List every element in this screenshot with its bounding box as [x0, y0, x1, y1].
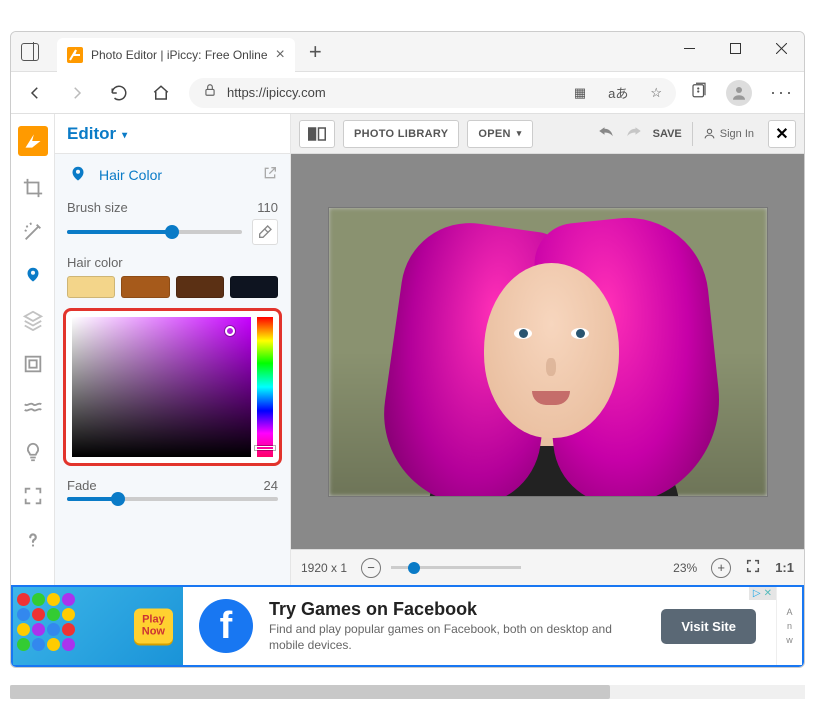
close-window-button[interactable]	[758, 32, 804, 64]
ad-title: Try Games on Facebook	[269, 599, 641, 620]
save-button[interactable]: SAVE	[653, 128, 682, 140]
help-icon[interactable]	[21, 528, 45, 552]
status-bar: 1920 x 1 − 23% + 1:1	[291, 549, 804, 585]
ad-game-thumb[interactable]: Play Now	[13, 587, 183, 665]
tab-close-button[interactable]: ×	[276, 46, 285, 64]
address-bar[interactable]: https://ipiccy.com ▦ aあ ☆	[189, 78, 676, 108]
tool-title-row: Hair Color	[55, 154, 290, 196]
panel-header-label: Editor	[67, 124, 116, 144]
horizontal-scrollbar[interactable]	[10, 685, 805, 699]
expand-icon[interactable]	[21, 484, 45, 508]
editor-panel: Editor ▾ Hair Color Brush size 110	[55, 114, 291, 585]
image-dimensions: 1920 x 1	[301, 561, 347, 575]
photo-preview	[328, 207, 768, 497]
collections-icon[interactable]	[690, 81, 708, 104]
app-content: Editor ▾ Hair Color Brush size 110	[11, 114, 804, 585]
canvas-toolbar: PHOTO LIBRARY OPEN▾ SAVE Sign In ✕	[291, 114, 804, 154]
canvas-area: PHOTO LIBRARY OPEN▾ SAVE Sign In ✕	[291, 114, 804, 585]
swatch-row	[55, 272, 290, 306]
lock-icon	[203, 83, 217, 102]
swatch-1[interactable]	[67, 276, 115, 298]
person-icon[interactable]	[21, 264, 45, 288]
ipiccy-favicon-icon	[67, 47, 83, 63]
back-button[interactable]	[21, 79, 49, 107]
ad-banner: Play Now f Try Games on Facebook Find an…	[11, 585, 804, 667]
maximize-button[interactable]	[712, 32, 758, 64]
tool-name: Hair Color	[99, 167, 252, 183]
new-tab-button[interactable]: +	[309, 39, 322, 65]
layers-icon[interactable]	[21, 308, 45, 332]
open-button[interactable]: OPEN▾	[467, 120, 532, 148]
undo-icon[interactable]	[597, 124, 615, 143]
fullscreen-button[interactable]	[745, 558, 761, 577]
brush-size-value: 110	[257, 200, 278, 215]
zoom-slider[interactable]	[391, 566, 521, 569]
zoom-percent: 23%	[673, 561, 697, 575]
redo-icon[interactable]	[625, 124, 643, 143]
chevron-down-icon: ▾	[517, 128, 522, 139]
ad-subtitle: Find and play popular games on Facebook,…	[269, 622, 641, 653]
swatch-4[interactable]	[230, 276, 278, 298]
brush-size-control: Brush size 110	[55, 196, 290, 249]
minimize-button[interactable]	[666, 32, 712, 64]
visit-site-button[interactable]: Visit Site	[661, 609, 756, 644]
frame-icon[interactable]	[21, 352, 45, 376]
chevron-down-icon: ▾	[122, 130, 127, 141]
window-controls	[666, 32, 804, 64]
refresh-button[interactable]	[105, 79, 133, 107]
facebook-logo-icon: f	[199, 599, 253, 653]
nav-right-icons: ···	[690, 80, 794, 106]
swatch-3[interactable]	[176, 276, 224, 298]
hair-color-label: Hair color	[55, 249, 290, 272]
hue-slider[interactable]	[257, 317, 273, 457]
profile-avatar[interactable]	[726, 80, 752, 106]
color-picker-highlight	[63, 308, 282, 466]
panel-header[interactable]: Editor ▾	[55, 114, 290, 154]
viewport[interactable]	[291, 154, 804, 549]
browser-tab[interactable]: Photo Editor | iPiccy: Free Online ×	[57, 38, 295, 72]
close-editor-button[interactable]: ✕	[768, 120, 796, 148]
ad-text: Try Games on Facebook Find and play popu…	[269, 599, 641, 653]
fade-value: 24	[264, 478, 278, 493]
compare-button[interactable]	[299, 120, 335, 148]
fade-control: Fade 24	[55, 474, 290, 505]
qr-icon[interactable]: ▦	[574, 85, 586, 101]
address-bar-icons: ▦ aあ ☆	[574, 83, 662, 102]
zoom-in-button[interactable]: +	[711, 558, 731, 578]
swatch-2[interactable]	[121, 276, 169, 298]
eraser-button[interactable]	[252, 219, 278, 245]
popout-icon[interactable]	[262, 165, 278, 186]
tab-actions-button[interactable]	[21, 43, 39, 61]
adchoices-icon[interactable]: ▷✕	[749, 587, 776, 600]
fade-label: Fade	[67, 478, 97, 493]
favorite-icon[interactable]: ☆	[650, 85, 662, 101]
saturation-value-picker[interactable]	[72, 317, 251, 457]
brush-size-label: Brush size	[67, 200, 128, 215]
tab-title: Photo Editor | iPiccy: Free Online	[91, 48, 268, 62]
translate-icon[interactable]: aあ	[608, 83, 628, 102]
sign-in-button[interactable]: Sign In	[703, 127, 754, 140]
forward-button[interactable]	[63, 79, 91, 107]
hair-icon	[67, 164, 89, 186]
zoom-out-button[interactable]: −	[361, 558, 381, 578]
fade-slider[interactable]	[67, 497, 278, 501]
lightbulb-icon[interactable]	[21, 440, 45, 464]
tool-rail	[11, 114, 55, 585]
ipiccy-logo-icon[interactable]	[18, 126, 48, 156]
titlebar: Photo Editor | iPiccy: Free Online × +	[11, 32, 804, 72]
menu-button[interactable]: ···	[770, 82, 794, 103]
ad-side-text: Anw	[776, 587, 802, 665]
browser-window: Photo Editor | iPiccy: Free Online × + h…	[10, 31, 805, 668]
actual-size-button[interactable]: 1:1	[775, 560, 794, 575]
texture-icon[interactable]	[21, 396, 45, 420]
url-text: https://ipiccy.com	[227, 85, 326, 100]
nav-bar: https://ipiccy.com ▦ aあ ☆ ···	[11, 72, 804, 114]
play-now-badge[interactable]: Play Now	[134, 608, 173, 643]
wand-icon[interactable]	[21, 220, 45, 244]
crop-icon[interactable]	[21, 176, 45, 200]
photo-library-button[interactable]: PHOTO LIBRARY	[343, 120, 459, 148]
brush-size-slider[interactable]	[67, 230, 242, 234]
home-button[interactable]	[147, 79, 175, 107]
